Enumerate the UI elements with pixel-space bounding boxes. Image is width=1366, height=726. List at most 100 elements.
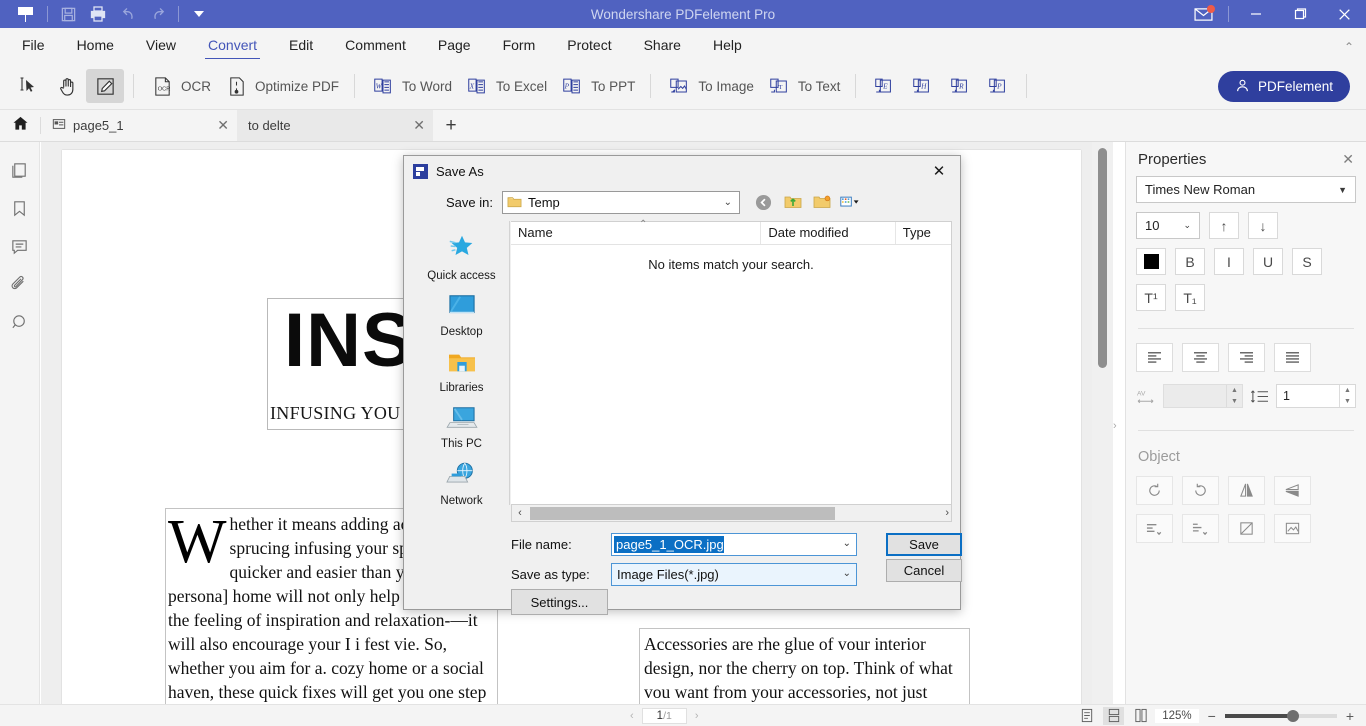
close-tab-icon[interactable]: ✕ — [413, 117, 425, 134]
menu-edit[interactable]: Edit — [273, 28, 329, 63]
menu-protect[interactable]: Protect — [551, 28, 627, 63]
menu-page[interactable]: Page — [422, 28, 487, 63]
close-button[interactable] — [1322, 0, 1366, 28]
menu-help[interactable]: Help — [697, 28, 758, 63]
search-icon[interactable] — [8, 310, 32, 334]
single-page-icon[interactable] — [1076, 707, 1097, 725]
optimize-pdf-button[interactable]: Optimize PDF — [217, 69, 345, 103]
document-tab-page5-1[interactable]: page5_1 ✕ — [41, 110, 237, 141]
place-desktop[interactable]: Desktop — [416, 293, 508, 338]
spin-down-icon[interactable]: ▼ — [1340, 396, 1355, 407]
distribute-objects-button[interactable] — [1182, 514, 1219, 543]
to-image-button[interactable]: To Image — [660, 69, 760, 103]
increase-font-size-button[interactable]: ↑ — [1209, 212, 1239, 239]
zoom-level-value[interactable]: 125% — [1155, 709, 1198, 723]
menu-share[interactable]: Share — [628, 28, 697, 63]
line-spacing-input[interactable]: 1 ▲▼ — [1276, 384, 1356, 408]
customize-dropdown-icon[interactable] — [184, 1, 214, 27]
rotate-left-button[interactable] — [1136, 476, 1173, 505]
menu-file[interactable]: File — [6, 28, 61, 63]
save-as-type-select[interactable]: Image Files(*.jpg) — [611, 563, 857, 586]
to-ppt-button[interactable]: P To PPT — [553, 69, 641, 103]
menu-form[interactable]: Form — [487, 28, 552, 63]
document-scrollbar-track[interactable] — [1092, 142, 1113, 704]
attachment-icon[interactable] — [8, 272, 32, 296]
to-html-button[interactable]: H — [903, 69, 941, 103]
to-pages-button[interactable]: P — [979, 69, 1017, 103]
to-epub-button[interactable]: E — [865, 69, 903, 103]
align-center-button[interactable] — [1182, 343, 1219, 372]
cancel-button[interactable]: Cancel — [886, 559, 962, 582]
account-button[interactable]: PDFelement — [1218, 71, 1350, 102]
two-page-icon[interactable] — [1130, 707, 1151, 725]
select-cursor-tool[interactable] — [10, 69, 48, 103]
zoom-slider[interactable] — [1225, 714, 1337, 718]
font-size-select[interactable]: 10 ⌄ — [1136, 212, 1200, 239]
font-family-select[interactable]: Times New Roman ▼ — [1136, 176, 1356, 203]
text-color-swatch[interactable] — [1136, 248, 1166, 275]
flip-vertical-button[interactable] — [1274, 476, 1311, 505]
place-quick-access[interactable]: Quick access — [416, 231, 508, 282]
print-icon[interactable] — [83, 1, 113, 27]
back-navigation-icon[interactable] — [753, 192, 774, 213]
ocr-button[interactable]: OCR OCR — [143, 69, 217, 103]
page-number-input[interactable]: 1/1 — [642, 708, 687, 724]
file-name-combo[interactable]: page5_1_OCR.jpg ⌄ — [611, 533, 857, 556]
decrease-font-size-button[interactable]: ↓ — [1248, 212, 1278, 239]
scroll-right-icon[interactable]: › — [945, 507, 949, 519]
menu-view[interactable]: View — [130, 28, 192, 63]
column-header-date-modified[interactable]: Date modified — [760, 222, 894, 244]
scroll-left-icon[interactable]: ‹ — [512, 507, 528, 519]
new-tab-button[interactable]: + — [433, 110, 469, 141]
horizontal-scroll-thumb[interactable] — [530, 507, 835, 520]
comment-icon[interactable] — [8, 234, 32, 258]
spin-up-icon[interactable]: ▲ — [1227, 385, 1242, 396]
bold-button[interactable]: B — [1175, 248, 1205, 275]
maximize-restore-button[interactable] — [1278, 0, 1322, 28]
menu-home[interactable]: Home — [61, 28, 130, 63]
save-as-type-combo[interactable]: Image Files(*.jpg) ⌄ — [611, 563, 857, 586]
home-button[interactable] — [0, 110, 40, 141]
document-tab-to-delte[interactable]: to delte ✕ — [237, 110, 433, 141]
align-left-button[interactable] — [1136, 343, 1173, 372]
menu-convert[interactable]: Convert — [192, 28, 273, 63]
place-this-pc[interactable]: This PC — [416, 405, 508, 450]
save-icon[interactable] — [53, 1, 83, 27]
spinner-arrows[interactable]: ▲▼ — [1339, 385, 1355, 407]
minimize-button[interactable] — [1234, 0, 1278, 28]
undo-icon[interactable] — [113, 1, 143, 27]
to-excel-button[interactable]: X To Excel — [458, 69, 553, 103]
collapse-properties-panel-icon[interactable]: › — [1113, 420, 1117, 432]
collapse-ribbon-icon[interactable]: ⌃ — [1344, 40, 1354, 54]
view-options-icon[interactable] — [840, 192, 861, 213]
previous-page-button[interactable]: ‹ — [630, 710, 634, 722]
zoom-out-button[interactable]: − — [1208, 708, 1216, 724]
file-name-input[interactable]: page5_1_OCR.jpg — [611, 533, 857, 556]
redo-icon[interactable] — [143, 1, 173, 27]
crop-button[interactable] — [1228, 514, 1265, 543]
edit-text-tool[interactable] — [86, 69, 124, 103]
to-rtf-button[interactable]: R — [941, 69, 979, 103]
to-word-button[interactable]: W To Word — [364, 69, 458, 103]
bookmark-icon[interactable] — [8, 196, 32, 220]
continuous-scroll-icon[interactable] — [1103, 707, 1124, 725]
character-spacing-input[interactable]: ▲▼ — [1163, 384, 1243, 408]
to-text-button[interactable]: T To Text — [760, 69, 847, 103]
close-tab-icon[interactable]: ✕ — [217, 117, 229, 134]
menu-comment[interactable]: Comment — [329, 28, 422, 63]
flip-horizontal-button[interactable] — [1228, 476, 1265, 505]
italic-button[interactable]: I — [1214, 248, 1244, 275]
dialog-close-button[interactable]: ✕ — [924, 158, 954, 184]
zoom-in-button[interactable]: + — [1346, 708, 1354, 724]
column-header-name[interactable]: Name ⌃ — [511, 222, 760, 244]
spinner-arrows[interactable]: ▲▼ — [1226, 385, 1242, 407]
save-in-select[interactable]: Temp ⌄ — [502, 191, 740, 214]
thumbnails-icon[interactable] — [8, 158, 32, 182]
place-libraries[interactable]: Libraries — [416, 349, 508, 394]
superscript-button[interactable]: T¹ — [1136, 284, 1166, 311]
replace-image-button[interactable] — [1274, 514, 1311, 543]
chevron-down-icon[interactable]: ⌄ — [843, 568, 851, 579]
column-header-type[interactable]: Type — [895, 222, 951, 244]
file-list[interactable]: Name ⌃ Date modified Type No items match… — [511, 221, 952, 505]
subscript-button[interactable]: T₁ — [1175, 284, 1205, 311]
